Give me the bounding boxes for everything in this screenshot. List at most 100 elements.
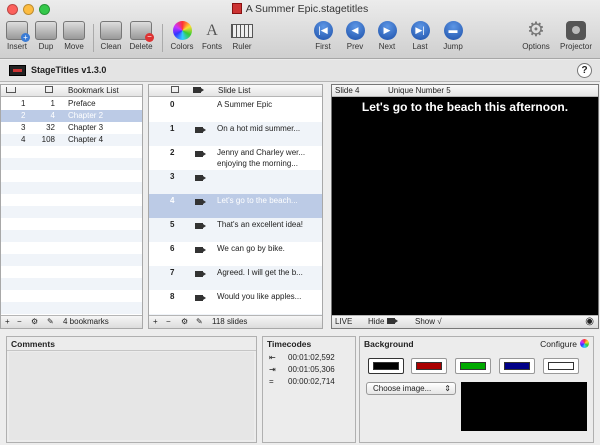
insert-icon: + (6, 21, 30, 42)
slide-row[interactable]: 3 (149, 170, 322, 194)
empty-row (1, 278, 142, 290)
clean-button[interactable]: Clean (98, 21, 124, 51)
camera-icon[interactable] (195, 222, 206, 231)
slide-row[interactable]: 2 Jenny and Charley wer... enjoying the mo… (149, 146, 322, 170)
bookmark-count: 4 bookmarks (63, 317, 109, 326)
last-button[interactable]: ▶| Last (408, 21, 432, 51)
remove-slide-button[interactable]: − (166, 317, 171, 326)
slide-text-line2: enjoying the morning... (217, 159, 298, 168)
camera-icon[interactable] (195, 174, 206, 183)
options-button[interactable]: ⚙ Options (519, 20, 553, 51)
colors-button[interactable]: Colors (168, 21, 196, 51)
swatch-green[interactable] (455, 358, 491, 374)
camera-icon[interactable] (195, 150, 206, 159)
add-slide-button[interactable]: + (153, 317, 158, 326)
dup-button[interactable]: Dup (34, 21, 58, 51)
slide-number: 8 (170, 292, 175, 301)
bookmark-row[interactable]: 2 4 Chapter 2 (1, 110, 142, 122)
gear-icon[interactable]: ⚙ (31, 317, 38, 326)
last-icon: ▶| (410, 21, 430, 40)
bookmark-slide-number: 1 (50, 99, 55, 108)
eye-icon[interactable]: ◉ (585, 316, 594, 327)
bookmark-index: 1 (21, 99, 26, 108)
empty-row (1, 254, 142, 266)
timecode-in: 00:01:02,592 (288, 353, 335, 362)
slide-row[interactable]: 4 Let's go to the beach... (149, 194, 322, 218)
slide-text: Let's go to the beach this afternoon. (361, 100, 569, 114)
slide-row[interactable]: 8 Would you like apples... (149, 290, 322, 314)
swatch-white[interactable] (543, 358, 579, 374)
projector-icon (566, 21, 586, 40)
camera-icon[interactable] (195, 198, 206, 207)
bookmark-row[interactable]: 1 1 Preface (1, 98, 142, 110)
empty-row (1, 266, 142, 278)
timecode-duration: 00:00:02,714 (288, 377, 335, 386)
camera-icon[interactable] (195, 270, 206, 279)
delete-icon: − (130, 21, 154, 42)
live-label: LIVE (335, 317, 353, 326)
bookmark-slide-number: 32 (46, 123, 55, 132)
swatch-blue[interactable] (499, 358, 535, 374)
comments-field[interactable] (9, 352, 254, 440)
next-button[interactable]: ▶ Next (375, 21, 399, 51)
slide-number: 1 (170, 124, 175, 133)
toolbar-separator (93, 24, 94, 52)
gear-icon[interactable]: ⚙ (181, 317, 188, 326)
swatch-black[interactable] (368, 358, 404, 374)
slide-text: That's an excellent idea! (217, 220, 304, 229)
help-button[interactable]: ? (577, 63, 592, 78)
toolbar: A Summer Epic.stagetitles + Insert Dup Mo… (0, 0, 600, 59)
timecodes-title: Timecodes (267, 339, 312, 349)
ruler-button[interactable]: Ruler (229, 21, 255, 51)
hide-button[interactable]: Hide (368, 317, 398, 326)
comments-title: Comments (11, 339, 55, 349)
pencil-icon[interactable]: ✎ (47, 317, 54, 326)
color-wheel-icon[interactable] (580, 339, 589, 348)
jump-button[interactable]: ▬ Jump (440, 21, 466, 51)
slide-row[interactable]: 7 Agreed. I will get the b... (149, 266, 322, 290)
timecode-out: 00:01:05,306 (288, 365, 335, 374)
choose-image-select[interactable]: Choose image... ⇕ (366, 382, 456, 395)
empty-row (1, 170, 142, 182)
slide-row[interactable]: 1 On a hot mid summer... (149, 122, 322, 146)
slide-footer: + − ⚙ ✎ 118 slides (149, 315, 322, 328)
empty-row (1, 302, 142, 314)
bookmark-index: 4 (21, 135, 26, 144)
slide-row[interactable]: 6 We can go by bike. (149, 242, 322, 266)
slide-count: 118 slides (212, 317, 248, 326)
projector-button[interactable]: Projector (556, 21, 596, 51)
empty-row (1, 230, 142, 242)
fonts-button[interactable]: A Fonts (199, 21, 225, 51)
book-icon (6, 86, 16, 95)
prev-button[interactable]: ◀ Prev (343, 21, 367, 51)
add-bookmark-button[interactable]: + (5, 317, 10, 326)
slide-row[interactable]: 0 A Summer Epic (149, 98, 322, 122)
slide-text: A Summer Epic (217, 100, 273, 109)
swatch-red[interactable] (411, 358, 447, 374)
unique-number: Unique Number 5 (388, 86, 451, 95)
empty-row (1, 182, 142, 194)
empty-row (1, 146, 142, 158)
in-icon: ⇤ (269, 353, 276, 362)
camera-icon[interactable] (195, 126, 206, 135)
configure-label[interactable]: Configure (540, 339, 577, 349)
camera-icon[interactable] (195, 294, 206, 303)
show-button[interactable]: Show √ (415, 317, 442, 326)
bookmark-name: Chapter 3 (68, 123, 104, 132)
bookmark-row[interactable]: 3 32 Chapter 3 (1, 122, 142, 134)
delete-button[interactable]: − Delete (127, 21, 155, 51)
insert-button[interactable]: + Insert (5, 21, 30, 51)
empty-row (1, 290, 142, 302)
first-button[interactable]: |◀ First (311, 21, 335, 51)
remove-bookmark-button[interactable]: − (17, 317, 22, 326)
slide-row[interactable]: 5 That's an excellent idea! (149, 218, 322, 242)
box-icon (171, 86, 179, 95)
camera-icon[interactable] (195, 246, 206, 255)
pencil-icon[interactable]: ✎ (196, 317, 203, 326)
slide-text: Let's go to the beach... (217, 196, 298, 205)
slide-list-header: Slide List (149, 85, 322, 97)
move-button[interactable]: Move (61, 21, 87, 51)
bookmark-row[interactable]: 4 108 Chapter 4 (1, 134, 142, 146)
slide-list-title: Slide List (218, 86, 251, 95)
bookmark-index: 2 (21, 111, 26, 120)
